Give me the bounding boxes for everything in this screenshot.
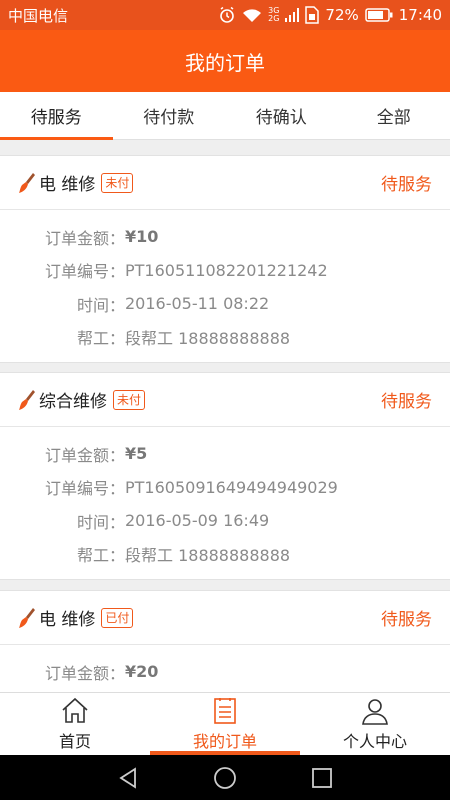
service-name: 电 维修 bbox=[39, 175, 96, 195]
brush-icon bbox=[19, 172, 35, 193]
service-name: 综合维修 bbox=[39, 392, 107, 412]
nav-profile[interactable]: 个人中心 bbox=[300, 693, 450, 755]
carrier-name: 中国电信 bbox=[8, 6, 69, 25]
number-row: 订单编号： PT1605091649494949029 bbox=[44, 477, 338, 499]
nav-home[interactable]: 首页 bbox=[0, 693, 150, 755]
amount-row: 订单金额： ¥20 bbox=[44, 662, 159, 683]
order-time: 2016-05-11 08:22 bbox=[125, 294, 270, 314]
amount-row: 订单金额： ¥10 bbox=[44, 227, 159, 248]
order-status[interactable]: 待服务 bbox=[381, 170, 432, 195]
tab-pending-payment[interactable]: 待付款 bbox=[113, 92, 226, 139]
signal-icon bbox=[285, 8, 300, 22]
order-status[interactable]: 待服务 bbox=[381, 605, 432, 630]
order-list[interactable]: 电 维修 未付 待服务 订单金额： ¥10 订单编号： PT160511082201… bbox=[0, 140, 450, 692]
amount-row: 订单金额： ¥5 bbox=[44, 444, 148, 465]
order-amount: ¥20 bbox=[125, 662, 159, 682]
wifi-icon bbox=[243, 9, 262, 22]
order-card[interactable]: 综合维修 未付 待服务 订单金额： ¥5 订单编号： PT1605091649494… bbox=[0, 372, 450, 580]
home-circle-icon[interactable] bbox=[213, 766, 237, 790]
order-details: 订单金额： ¥5 订单编号： PT1605091649494949029 时间： 20… bbox=[0, 427, 450, 579]
sim-icon bbox=[305, 6, 320, 24]
back-icon[interactable] bbox=[117, 766, 139, 789]
order-worker: 段帮工 18888888888 bbox=[125, 546, 291, 566]
payment-badge: 未付 bbox=[101, 172, 134, 193]
title-bar: 我的订单 bbox=[0, 30, 450, 92]
clock: 17:40 bbox=[398, 6, 442, 24]
number-row: 订单编号： PT160511082201221242 bbox=[44, 260, 328, 282]
time-row: 时间： 2016-05-09 16:49 bbox=[76, 511, 270, 532]
battery-icon bbox=[365, 8, 393, 22]
payment-badge: 已付 bbox=[101, 607, 134, 628]
order-details: 订单金额： ¥10 订单编号： PT160511082201221242 时间： 20… bbox=[0, 210, 450, 362]
order-time: 2016-05-09 16:49 bbox=[125, 511, 270, 531]
order-amount: ¥10 bbox=[125, 227, 159, 247]
nav-my-orders[interactable]: 我的订单 bbox=[150, 693, 300, 755]
bottom-nav: 首页 我的订单 个人中心 bbox=[0, 692, 450, 755]
user-icon bbox=[362, 699, 388, 725]
order-card-header: 电 维修 已付 待服务 bbox=[0, 591, 450, 645]
worker-row: 帮工： 段帮工 18888888888 bbox=[0, 321, 450, 355]
tab-all[interactable]: 全部 bbox=[338, 92, 450, 139]
home-icon bbox=[62, 697, 88, 723]
alarm-icon bbox=[220, 6, 234, 23]
service-name: 电 维修 bbox=[39, 610, 96, 630]
order-card[interactable]: 电 维修 未付 待服务 订单金额： ¥10 订单编号： PT160511082201… bbox=[0, 155, 450, 363]
network-type: 3G 2G bbox=[268, 6, 280, 23]
recents-square-icon[interactable] bbox=[311, 767, 333, 789]
order-card-header: 综合维修 未付 待服务 bbox=[0, 373, 450, 427]
brush-icon bbox=[19, 389, 35, 410]
order-tabs: 待服务 待付款 待确认 全部 bbox=[0, 92, 450, 140]
order-worker: 段帮工 18888888888 bbox=[125, 329, 291, 349]
page-title: 我的订单 bbox=[185, 50, 265, 75]
order-number: PT160511082201221242 bbox=[125, 260, 328, 280]
tab-pending-service[interactable]: 待服务 bbox=[0, 92, 113, 140]
order-details: 订单金额： ¥20 bbox=[0, 645, 450, 692]
system-nav-bar bbox=[0, 755, 450, 800]
battery-percent: 72% bbox=[325, 6, 359, 24]
order-card[interactable]: 电 维修 已付 待服务 订单金额： ¥20 bbox=[0, 590, 450, 692]
order-card-header: 电 维修 未付 待服务 bbox=[0, 156, 450, 210]
brush-icon bbox=[19, 607, 35, 628]
status-bar: 中国电信 3G 2G 72% 17:40 bbox=[0, 0, 450, 30]
time-row: 时间： 2016-05-11 08:22 bbox=[76, 294, 270, 315]
order-list-icon bbox=[214, 698, 236, 724]
tab-pending-confirm[interactable]: 待确认 bbox=[225, 92, 338, 139]
order-amount: ¥5 bbox=[125, 444, 148, 464]
order-status[interactable]: 待服务 bbox=[381, 387, 432, 412]
worker-row: 帮工： 段帮工 18888888888 bbox=[0, 538, 450, 572]
nav-profile-label: 个人中心 bbox=[342, 732, 407, 751]
nav-my-orders-label: 我的订单 bbox=[192, 732, 257, 751]
payment-badge: 未付 bbox=[113, 389, 146, 410]
nav-home-label: 首页 bbox=[58, 732, 91, 751]
order-number: PT1605091649494949029 bbox=[125, 477, 338, 497]
